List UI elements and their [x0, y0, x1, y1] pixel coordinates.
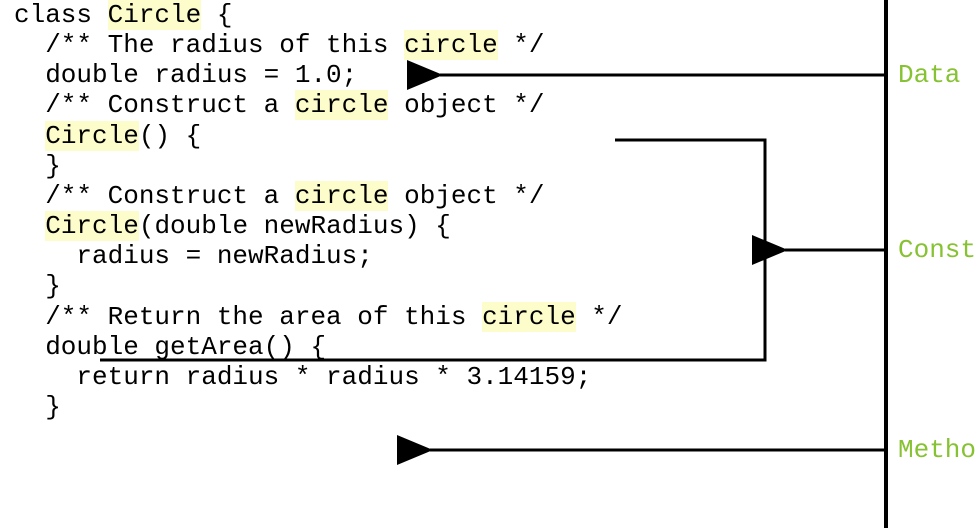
code-text: /** The radius of this — [14, 30, 404, 60]
code-text: */ — [576, 302, 623, 332]
code-line: double getArea() { — [14, 332, 884, 362]
code-text: object */ — [388, 90, 544, 120]
code-line: /** Return the area of this circle */ — [14, 302, 884, 332]
code-text: () { — [139, 121, 201, 151]
highlight-circle: Circle — [45, 121, 139, 151]
code-line: radius = newRadius; — [14, 241, 884, 271]
code-text: /** Construct a — [14, 90, 295, 120]
code-text: (double newRadius) { — [139, 211, 451, 241]
code-text: /** Construct a — [14, 181, 295, 211]
highlight-circle: circle — [295, 90, 389, 120]
highlight-circle: circle — [295, 181, 389, 211]
code-line: /** Construct a circle object */ — [14, 181, 884, 211]
code-line: } — [14, 271, 884, 301]
code-text — [14, 211, 45, 241]
highlight-circle: circle — [482, 302, 576, 332]
code-line: double radius = 1.0; — [14, 60, 884, 90]
label-method: Metho — [898, 435, 976, 465]
code-text: */ — [498, 30, 545, 60]
code-line: Circle() { — [14, 121, 884, 151]
code-text: { — [201, 0, 232, 30]
code-line: return radius * radius * 3.14159; — [14, 362, 884, 392]
code-text: object */ — [388, 181, 544, 211]
label-data: Data — [898, 60, 960, 90]
highlight-circle: Circle — [45, 211, 139, 241]
code-line: /** The radius of this circle */ — [14, 30, 884, 60]
code-line: class Circle { — [14, 0, 884, 30]
highlight-circle: Circle — [108, 0, 202, 30]
highlight-circle: circle — [404, 30, 498, 60]
code-text: /** Return the area of this — [14, 302, 482, 332]
code-text — [14, 121, 45, 151]
label-constructors: Const — [898, 235, 976, 265]
code-line: /** Construct a circle object */ — [14, 90, 884, 120]
code-text: class — [14, 0, 108, 30]
diagram-stage: class Circle { /** The radius of this ci… — [0, 0, 978, 528]
code-line: } — [14, 151, 884, 181]
code-box: class Circle { /** The radius of this ci… — [0, 0, 888, 528]
code-line: } — [14, 392, 884, 422]
code-line: Circle(double newRadius) { — [14, 211, 884, 241]
